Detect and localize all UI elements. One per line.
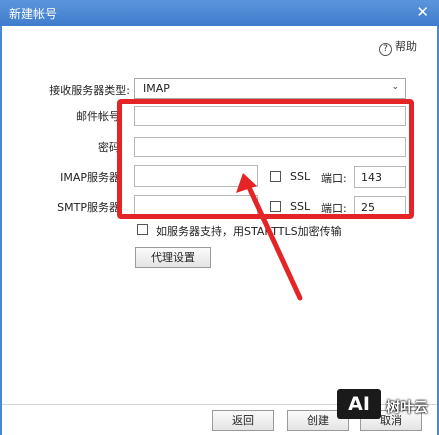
back-button[interactable]: 返回 bbox=[212, 410, 274, 431]
watermark-logo: AI bbox=[337, 389, 381, 419]
watermark-name: 树叶云 bbox=[386, 400, 428, 416]
watermark: AI 树叶云 bbox=[337, 385, 437, 433]
annotation-arrow bbox=[236, 173, 303, 301]
